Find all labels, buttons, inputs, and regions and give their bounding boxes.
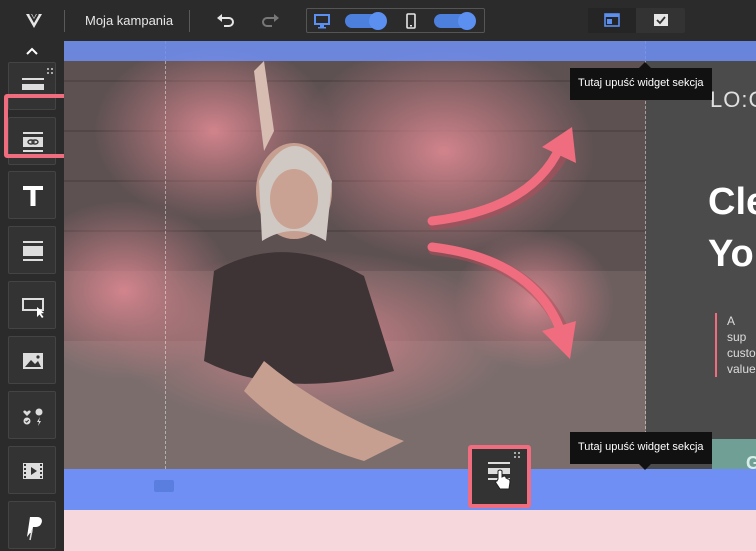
tooltip-text: Tutaj upuść widget sekcja: [578, 441, 704, 453]
drop-tooltip-top: Tutaj upuść widget sekcja: [570, 62, 712, 100]
text-icon: [23, 186, 43, 206]
rows-icon: [23, 241, 43, 261]
layout-icon: [604, 13, 620, 32]
editor-canvas[interactable]: LO:C Cle Yo A sup custo value G: [64, 41, 756, 551]
body-line: custo: [727, 346, 756, 360]
paypal-icon: [27, 517, 42, 541]
paypal-widget-button[interactable]: [8, 501, 56, 549]
drop-tooltip-bottom: Tutaj upuść widget sekcja: [570, 432, 712, 470]
desktop-icon[interactable]: [313, 12, 331, 30]
hero-headline-line2[interactable]: Yo: [708, 233, 754, 276]
section-icon: [488, 452, 520, 490]
image-icon: [23, 353, 43, 369]
device-preview-group: [306, 8, 485, 33]
icons-widget-button[interactable]: [8, 391, 56, 439]
layout-widget-button[interactable]: [8, 226, 56, 274]
preview-button[interactable]: [637, 8, 685, 33]
top-toolbar: Moja kampania: [0, 0, 756, 41]
chevron-up-icon[interactable]: [24, 44, 40, 56]
drag-source-highlight: [4, 94, 68, 158]
icons-icon: [23, 408, 43, 426]
cursor-box-icon: [22, 298, 44, 318]
image-widget-button[interactable]: [8, 336, 56, 384]
video-widget-button[interactable]: [8, 446, 56, 494]
check-icon: [653, 13, 669, 32]
divider: [189, 10, 190, 32]
hero-background-image: [64, 41, 646, 469]
text-widget-button[interactable]: [8, 171, 56, 219]
hero-body-text[interactable]: A sup custo value: [715, 313, 756, 377]
layout-view-button[interactable]: [588, 8, 636, 33]
logo-icon[interactable]: [24, 10, 44, 30]
dropzone-top[interactable]: [64, 41, 756, 61]
redo-icon[interactable]: [260, 11, 280, 29]
campaign-name[interactable]: Moja kampania: [85, 13, 173, 28]
desktop-toggle[interactable]: [345, 12, 387, 30]
divider: [64, 10, 65, 32]
video-icon: [23, 463, 43, 479]
add-section-handle[interactable]: [154, 480, 174, 492]
mobile-toggle[interactable]: [434, 12, 476, 30]
grid-guide: [165, 41, 166, 469]
tooltip-text: Tutaj upuść widget sekcja: [578, 77, 704, 89]
widget-sidebar: [0, 41, 68, 551]
body-line: value: [727, 362, 756, 376]
mobile-icon[interactable]: [402, 12, 420, 30]
undo-icon[interactable]: [216, 11, 236, 29]
dragged-section-widget[interactable]: [468, 445, 531, 508]
view-mode-group: [588, 8, 685, 33]
click-area-widget-button[interactable]: [8, 281, 56, 329]
body-line: A sup: [727, 314, 747, 344]
brand-logo-text: LO:C: [710, 87, 756, 112]
hero-headline-line1[interactable]: Cle: [708, 181, 756, 224]
